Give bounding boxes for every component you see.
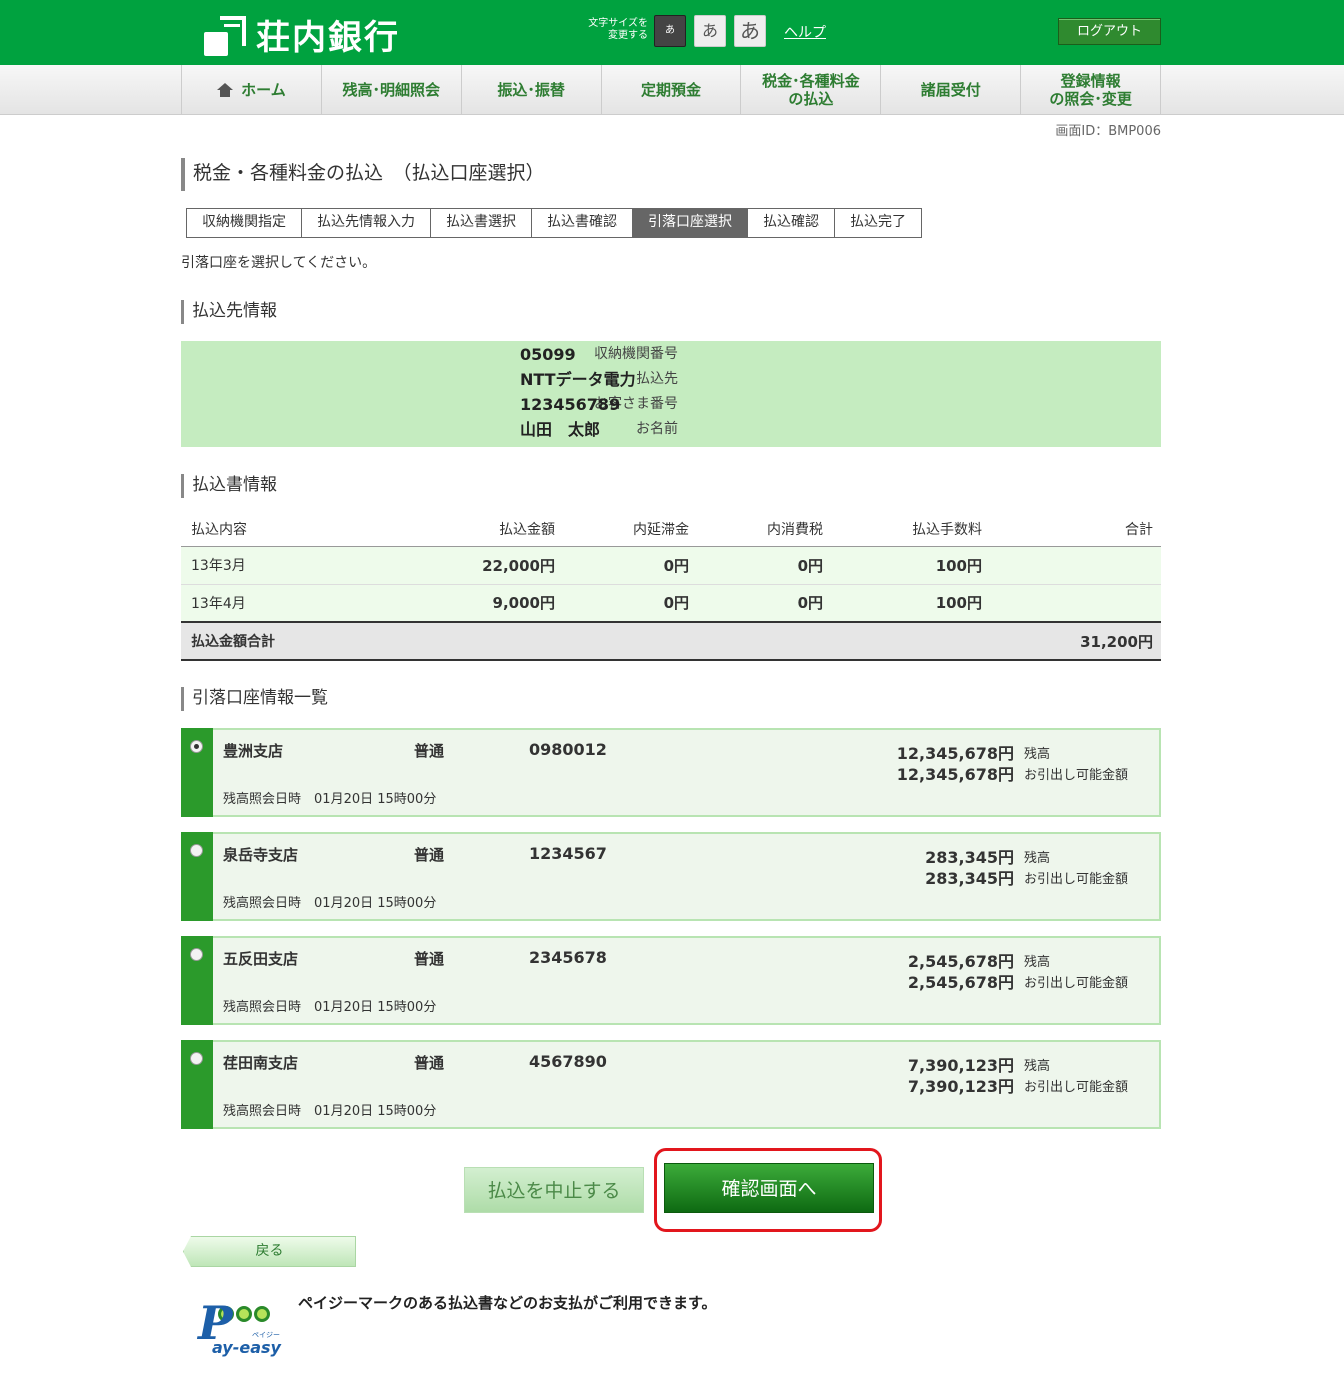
step-3: 払込書確認 — [532, 209, 633, 237]
payeasy-message: ペイジーマークのある払込書などのお支払がご利用できます。 — [298, 1294, 717, 1312]
account-radio[interactable] — [190, 844, 203, 857]
account-option[interactable]: 泉岳寺支店 普通 1234567 283,345円 残高 283,345円 お引… — [181, 832, 1161, 921]
table-row: 13年3月 22,000円 0円 0円 100円 — [181, 546, 1161, 585]
home-icon — [217, 82, 234, 97]
payee-row: お客さま番号 123456789 — [520, 395, 678, 414]
bank-name: 荘内銀行 — [256, 18, 400, 58]
account-radio[interactable] — [190, 740, 203, 753]
nav-transfer[interactable]: 振込･振替 — [462, 65, 602, 114]
bank-logo[interactable]: 荘内銀行 — [204, 10, 400, 59]
payee-row: 払込先 NTTデータ電力 — [520, 370, 678, 389]
logout-button[interactable]: ログアウト — [1058, 18, 1161, 45]
nav-registration[interactable]: 登録情報 の照会･変更 — [1021, 65, 1162, 114]
step-2: 払込書選択 — [431, 209, 532, 237]
nav-time-deposit[interactable]: 定期預金 — [602, 65, 742, 114]
screen-id: 画面ID：BMP006 — [1055, 124, 1161, 139]
step-0: 収納機関指定 — [187, 209, 302, 237]
accounts-section-title: 引落口座情報一覧 — [181, 687, 328, 711]
payee-info-box: 収納機関番号 05099 払込先 NTTデータ電力 お客さま番号 1234567… — [181, 341, 1161, 447]
step-6: 払込完了 — [835, 209, 921, 237]
table-row: 13年4月 9,000円 0円 0円 100円 — [181, 584, 1161, 623]
slip-table: 払込内容 払込金額 内延滞金 内消費税 払込手数料 合計 13年3月 22,00… — [181, 512, 1161, 661]
payee-row: お名前 山田 太郎 — [520, 420, 678, 439]
nav-notifications[interactable]: 諸届受付 — [881, 65, 1022, 114]
header-bar: 荘内銀行 文字サイズを 変更する あ あ あ ヘルプ ログアウト — [0, 0, 1344, 65]
bank-logo-icon — [204, 14, 246, 56]
progress-steps: 収納機関指定 払込先情報入力 払込書選択 払込書確認 引落口座選択 払込確認 払… — [186, 208, 922, 238]
cancel-payment-button[interactable]: 払込を中止する — [464, 1167, 644, 1213]
font-size-medium-button[interactable]: あ — [694, 15, 726, 47]
nav-home[interactable]: ホーム — [182, 65, 322, 114]
table-total-row: 払込金額合計 31,200円 — [181, 621, 1161, 661]
payee-row: 収納機関番号 05099 — [520, 345, 678, 364]
account-radio[interactable] — [190, 948, 203, 961]
font-size-small-button[interactable]: あ — [654, 15, 686, 47]
payee-section-title: 払込先情報 — [181, 300, 277, 324]
confirm-button[interactable]: 確認画面へ — [664, 1163, 874, 1213]
step-1: 払込先情報入力 — [302, 209, 431, 237]
step-5: 払込確認 — [748, 209, 835, 237]
payeasy-logo: P ペイジー ay-easy — [198, 1296, 281, 1357]
account-option[interactable]: 荏田南支店 普通 4567890 7,390,123円 残高 7,390,123… — [181, 1040, 1161, 1129]
step-4-active: 引落口座選択 — [633, 209, 748, 237]
account-radio[interactable] — [190, 1052, 203, 1065]
account-option[interactable]: 五反田支店 普通 2345678 2,545,678円 残高 2,545,678… — [181, 936, 1161, 1025]
instruction-text: 引落口座を選択してください。 — [181, 255, 377, 271]
slip-section-title: 払込書情報 — [181, 474, 277, 498]
font-size-label: 文字サイズを 変更する — [588, 18, 648, 41]
page-title: 税金・各種料金の払込 （払込口座選択） — [181, 158, 545, 191]
table-header-row: 払込内容 払込金額 内延滞金 内消費税 払込手数料 合計 — [181, 512, 1161, 547]
nav-balance[interactable]: 残高･明細照会 — [322, 65, 462, 114]
nav-tax-payment[interactable]: 税金･各種料金 の払込 — [741, 65, 882, 114]
back-button[interactable]: 戻る — [183, 1236, 356, 1267]
account-option[interactable]: 豊洲支店 普通 0980012 12,345,678円 残高 12,345,67… — [181, 728, 1161, 817]
global-nav: ホーム 残高･明細照会 振込･振替 定期預金 税金･各種料金 の払込 諸届受付 登… — [0, 65, 1344, 115]
help-link[interactable]: ヘルプ — [784, 22, 826, 42]
font-size-large-button[interactable]: あ — [734, 15, 766, 47]
